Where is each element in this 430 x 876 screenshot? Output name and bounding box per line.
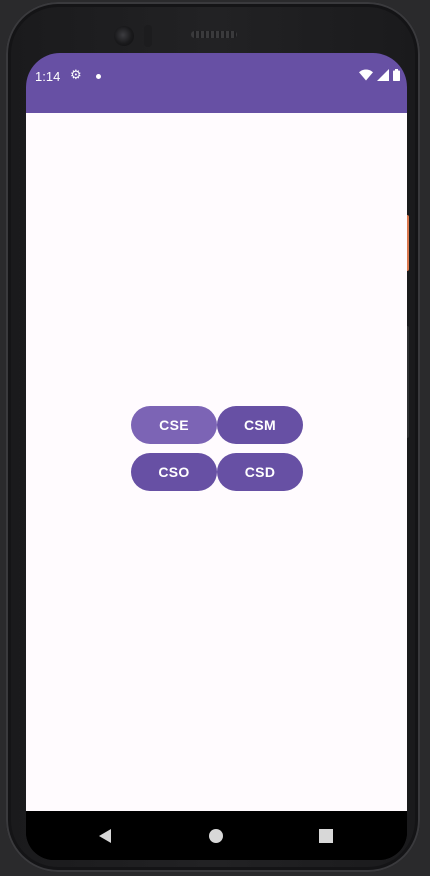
notification-dot-icon bbox=[96, 74, 101, 79]
home-icon bbox=[209, 828, 223, 843]
earpiece-speaker bbox=[191, 31, 237, 38]
home-button[interactable] bbox=[196, 811, 236, 860]
status-bar: 1:14 ⚙ bbox=[26, 53, 407, 113]
cse-button[interactable]: CSE bbox=[131, 406, 217, 444]
cellular-signal-icon bbox=[377, 69, 389, 81]
cso-button[interactable]: CSO bbox=[131, 453, 217, 491]
back-button[interactable] bbox=[85, 811, 125, 860]
phone-frame: 1:14 ⚙ CSE CSM CSO CSD bbox=[6, 2, 420, 872]
settings-gear-icon: ⚙ bbox=[70, 68, 82, 83]
status-icons bbox=[359, 69, 400, 81]
recents-icon bbox=[319, 828, 333, 843]
front-camera-icon bbox=[114, 26, 134, 46]
proximity-sensor bbox=[144, 25, 152, 47]
csd-button[interactable]: CSD bbox=[217, 453, 303, 491]
recents-button[interactable] bbox=[306, 811, 346, 860]
navigation-bar bbox=[26, 811, 407, 860]
battery-icon bbox=[393, 69, 400, 81]
device-screen: 1:14 ⚙ CSE CSM CSO CSD bbox=[26, 53, 407, 860]
status-time: 1:14 bbox=[35, 69, 61, 84]
wifi-icon bbox=[359, 69, 373, 81]
csm-button[interactable]: CSM bbox=[217, 406, 303, 444]
app-content: CSE CSM CSO CSD bbox=[26, 113, 407, 811]
button-grid: CSE CSM CSO CSD bbox=[131, 406, 303, 491]
back-icon bbox=[99, 828, 111, 843]
